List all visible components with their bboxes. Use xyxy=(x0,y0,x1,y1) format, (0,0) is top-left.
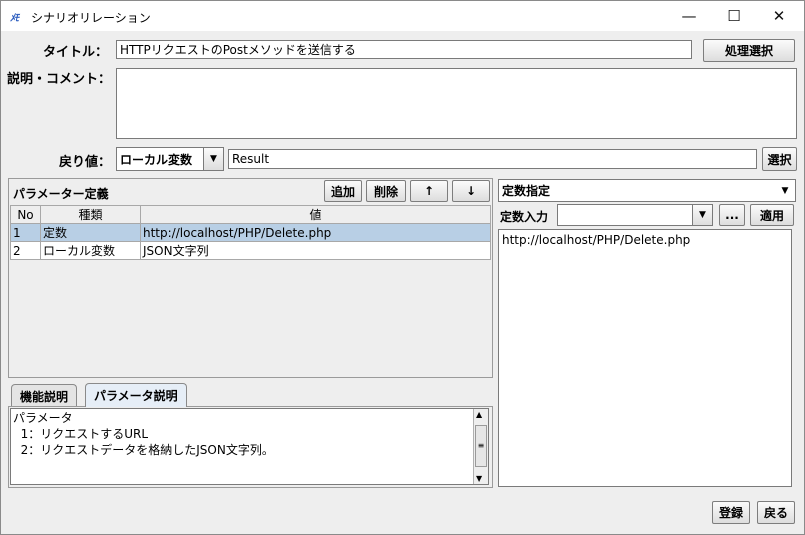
cell-kind[interactable]: 定数 xyxy=(40,223,141,242)
tab-function-description[interactable]: 機能説明 xyxy=(11,384,78,406)
move-down-button[interactable]: ↓ xyxy=(452,180,490,202)
scroll-thumb[interactable]: ≡ xyxy=(475,425,487,467)
cell-kind[interactable]: ローカル変数 xyxy=(40,241,141,260)
const-input-combo[interactable]: ▼ xyxy=(557,204,713,226)
tab-parameter-description[interactable]: パラメータ説明 xyxy=(85,383,187,407)
title-bar: ﾒﾓ シナリオリレーション — ☐ ✕ xyxy=(1,1,804,31)
maximize-button[interactable]: ☐ xyxy=(711,1,757,31)
scroll-up-icon[interactable]: ▲ xyxy=(476,410,482,419)
comment-textarea[interactable] xyxy=(116,68,797,139)
scroll-down-icon[interactable]: ▼ xyxy=(476,474,482,483)
select-button[interactable]: 選択 xyxy=(762,147,797,171)
table-row[interactable]: 2 ローカル変数 JSON文字列 xyxy=(10,241,491,260)
chevron-down-icon[interactable]: ▼ xyxy=(775,180,795,201)
mode-combo[interactable]: 定数指定 ▼ xyxy=(498,179,796,202)
chevron-down-icon[interactable]: ▼ xyxy=(203,148,223,170)
move-up-button[interactable]: ↑ xyxy=(410,180,448,202)
add-button[interactable]: 追加 xyxy=(324,180,362,202)
cell-no[interactable]: 1 xyxy=(10,223,41,242)
comment-label: 説明・コメント： xyxy=(7,72,112,87)
table-row[interactable]: 1 定数 http://localhost/PHP/Delete.php xyxy=(10,223,491,242)
scenario-relation-window: ﾒﾓ シナリオリレーション — ☐ ✕ タイトル： HTTPリクエストのPost… xyxy=(0,0,805,535)
title-input[interactable]: HTTPリクエストのPostメソッドを送信する xyxy=(116,40,692,59)
description-scrollbar[interactable]: ▲ ≡ ▼ xyxy=(473,409,488,484)
app-icon: ﾒﾓ xyxy=(10,13,19,24)
return-label: 戻り値： xyxy=(59,155,112,170)
return-value-input[interactable]: Result xyxy=(228,149,757,169)
column-header-kind[interactable]: 種類 xyxy=(40,205,141,224)
close-button[interactable]: ✕ xyxy=(756,1,802,31)
browse-button[interactable]: ... xyxy=(719,204,745,226)
const-input-label: 定数入力 xyxy=(500,210,549,224)
window-title: シナリオリレーション xyxy=(31,11,151,25)
apply-button[interactable]: 適用 xyxy=(750,204,794,226)
return-type-value: ローカル変数 xyxy=(120,152,193,167)
back-button[interactable]: 戻る xyxy=(757,501,795,524)
return-type-combo[interactable]: ローカル変数 ▼ xyxy=(116,147,224,171)
parameter-panel-title: パラメーター定義 xyxy=(13,187,109,201)
parameter-table: No 種類 値 1 定数 http://localhost/PHP/Delete… xyxy=(10,205,491,260)
mode-value: 定数指定 xyxy=(502,184,551,198)
cell-value[interactable]: http://localhost/PHP/Delete.php xyxy=(140,223,491,242)
minimize-button[interactable]: — xyxy=(666,1,712,31)
parameter-description-text: パラメータ 1：リクエストするURL 2：リクエストデータを格納したJSON文字… xyxy=(10,408,489,485)
const-value-text[interactable]: http://localhost/PHP/Delete.php xyxy=(498,229,792,487)
cell-no[interactable]: 2 xyxy=(10,241,41,260)
column-header-value[interactable]: 値 xyxy=(140,205,491,224)
register-button[interactable]: 登録 xyxy=(712,501,750,524)
chevron-down-icon[interactable]: ▼ xyxy=(692,205,712,225)
delete-button[interactable]: 削除 xyxy=(366,180,406,202)
process-select-button[interactable]: 処理選択 xyxy=(703,39,795,62)
column-header-no[interactable]: No xyxy=(10,205,41,224)
cell-value[interactable]: JSON文字列 xyxy=(140,241,491,260)
title-label: タイトル： xyxy=(43,45,109,60)
